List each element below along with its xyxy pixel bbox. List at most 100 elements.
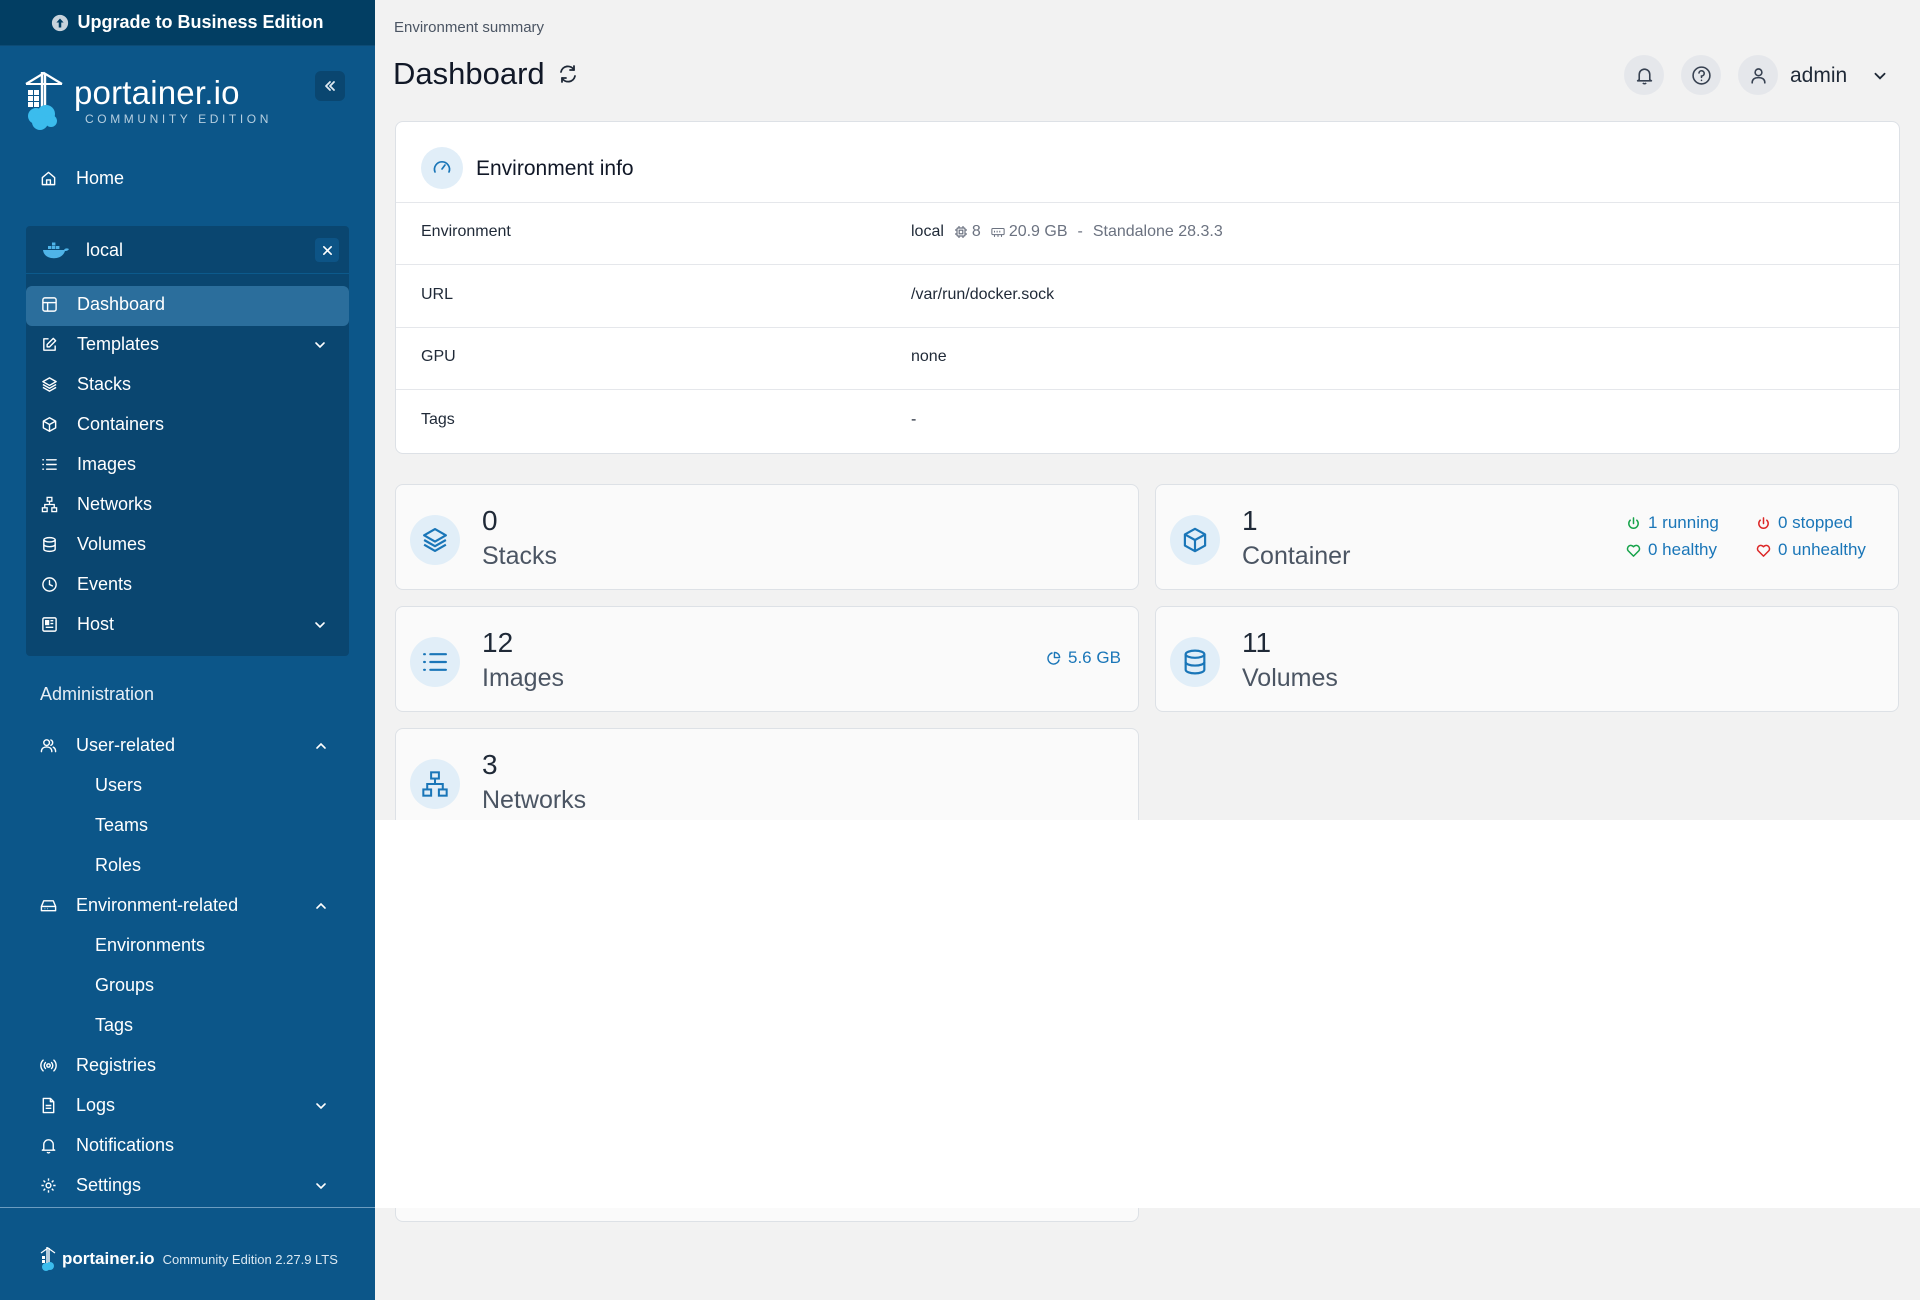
home-icon (41, 171, 56, 186)
networks-count: 3 (482, 749, 498, 780)
collapse-sidebar-button[interactable] (315, 71, 345, 101)
administration-heading: Administration (40, 684, 155, 704)
close-icon (322, 245, 332, 255)
networks-label: Networks (482, 786, 587, 814)
info-label: GPU (421, 348, 456, 365)
stacks-count: 0 (482, 505, 498, 536)
sidebar-item-users[interactable]: Users (95, 775, 142, 796)
unhealthy-status: 0 unhealthy (1756, 540, 1866, 560)
list-icon (410, 637, 460, 687)
help-circle-icon (1691, 65, 1711, 85)
chevrons-left-icon (325, 81, 335, 91)
sidebar-item-containers[interactable]: Containers (41, 414, 164, 435)
sidebar-item-volumes[interactable]: Volumes (41, 534, 146, 555)
sidebar-item-host[interactable]: Host (41, 614, 349, 635)
unrendered-area (375, 820, 1920, 1208)
notifications-button[interactable] (1624, 55, 1664, 95)
page-title: Dashboard (393, 56, 579, 92)
sidebar-divider (0, 1207, 375, 1208)
card-bottom-edge (395, 1208, 1139, 1222)
database-icon (43, 536, 56, 553)
file-text-icon (42, 1097, 55, 1114)
sidebar-item-roles[interactable]: Roles (95, 855, 141, 876)
page-title-text: Dashboard (393, 56, 545, 91)
sidebar-item-label: Registries (76, 1055, 157, 1075)
user-menu-button[interactable] (1738, 55, 1778, 95)
sidebar-item-label: Stacks (77, 374, 132, 394)
cpu-icon (954, 226, 967, 238)
sidebar-item-environments[interactable]: Environments (95, 935, 205, 956)
sidebar-item-tags[interactable]: Tags (95, 1015, 133, 1036)
sidebar-item-templates[interactable]: Templates (41, 334, 349, 355)
refresh-icon[interactable] (557, 63, 579, 85)
info-label: URL (421, 286, 454, 303)
containers-count: 1 (1242, 505, 1258, 536)
sidebar-item-settings[interactable]: Settings (40, 1175, 350, 1196)
network-icon (410, 759, 460, 809)
info-value: - (911, 411, 917, 428)
info-value: /var/run/docker.sock (911, 286, 1055, 303)
sidebar-item-dashboard[interactable]: Dashboard (41, 294, 165, 315)
sidebar-item-networks[interactable]: Networks (41, 494, 152, 515)
sidebar-item-teams[interactable]: Teams (95, 815, 148, 836)
breadcrumb: Environment summary (394, 19, 545, 36)
sidebar-item-logs[interactable]: Logs (40, 1095, 350, 1116)
portainer-logo[interactable]: portainer.io COMMUNITY EDITION (24, 70, 344, 134)
environment-info-header: Environment info (396, 122, 1899, 203)
environment-info-title: Environment info (476, 157, 634, 180)
power-icon (1758, 516, 1769, 529)
sidebar-item-label: Logs (76, 1095, 116, 1115)
stopped-status: 0 stopped (1756, 513, 1853, 533)
clock-icon (42, 577, 57, 592)
docker-icon (43, 242, 69, 259)
sidebar-item-label: Environment-related (76, 895, 239, 915)
cpu-count: 8 (971, 223, 981, 240)
user-name[interactable]: admin (1790, 64, 1847, 88)
chevron-down-icon[interactable] (1872, 68, 1888, 84)
heart-icon (1756, 544, 1771, 557)
close-environment-button[interactable] (315, 238, 339, 262)
images-count: 12 (482, 627, 514, 658)
containers-card[interactable]: 1 Container 1 running 0 stopped 0 health… (1155, 484, 1899, 590)
memory-icon (991, 227, 1005, 237)
upgrade-label: Upgrade to Business Edition (77, 12, 324, 32)
sidebar-item-stacks[interactable]: Stacks (41, 374, 131, 395)
sidebar-item-registries[interactable]: Registries (40, 1055, 156, 1076)
radio-icon (40, 1059, 57, 1072)
sidebar-item-notifications[interactable]: Notifications (40, 1135, 174, 1156)
sidebar-item-events[interactable]: Events (41, 574, 132, 595)
edit-icon (43, 337, 57, 351)
sidebar-item-label: Teams (95, 815, 149, 835)
memory-value: 20.9 GB (1008, 223, 1068, 240)
sidebar-item-images[interactable]: Images (41, 454, 136, 475)
chevron-down-icon (315, 621, 325, 628)
environment-type: Standalone 28.3.3 (1092, 223, 1223, 240)
sidebar-item-home[interactable]: Home (40, 168, 124, 189)
power-icon (1628, 516, 1639, 529)
chevron-down-icon (315, 341, 325, 348)
sidebar-item-label: Home (76, 168, 125, 188)
hard-drive-icon (40, 900, 57, 912)
upgrade-button[interactable]: Upgrade to Business Edition (0, 0, 375, 46)
gear-icon (41, 1178, 56, 1193)
pie-chart-icon (1047, 651, 1061, 665)
images-size-value: 5.6 GB (1068, 648, 1121, 667)
sidebar-footer: portainer.io Community Edition 2.27.9 LT… (40, 1246, 338, 1272)
help-button[interactable] (1681, 55, 1721, 95)
sidebar-item-label: Dashboard (77, 294, 166, 314)
sidebar-item-label: Volumes (77, 534, 147, 554)
running-count: 1 running (1648, 513, 1719, 532)
sidebar-item-user-related[interactable]: User-related (40, 735, 350, 756)
logo-subtitle: COMMUNITY EDITION (85, 112, 272, 126)
layers-icon (410, 515, 460, 565)
stacks-card[interactable]: 0 Stacks (395, 484, 1139, 590)
networks-card[interactable]: 3 Networks (395, 728, 1139, 834)
volumes-card[interactable]: 11 Volumes (1155, 606, 1899, 712)
info-value: none (911, 348, 947, 365)
sidebar-item-groups[interactable]: Groups (95, 975, 154, 996)
images-card[interactable]: 12 Images 5.6 GB (395, 606, 1139, 712)
box-icon (42, 416, 57, 433)
logo-text: portainer.io (74, 74, 240, 111)
sidebar-item-environment-related[interactable]: Environment-related (40, 895, 350, 916)
sidebar-item-label: Images (77, 454, 137, 474)
